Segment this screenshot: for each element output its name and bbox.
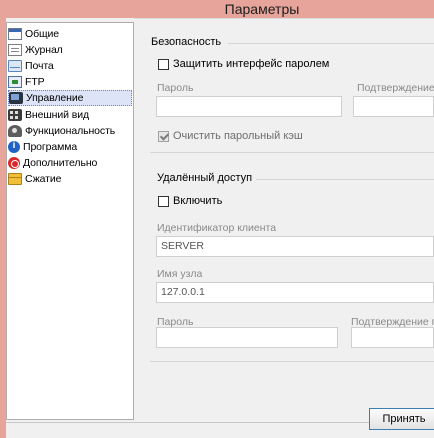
nav-item-advanced[interactable]: Дополнительно [8,155,132,171]
nav-item-compression[interactable]: Сжатие [8,171,132,187]
nav-item-management[interactable]: Управление [8,90,132,106]
security-confirm-label: Подтверждение п [357,82,434,94]
group-divider [150,152,434,153]
nav-item-label: Сжатие [25,173,62,185]
host-input[interactable]: 127.0.0.1 [156,282,434,303]
host-label: Имя узла [157,268,203,280]
protect-password-checkbox[interactable]: Защитить интерфейс паролем [158,58,329,70]
program-info-icon [8,140,20,153]
security-confirm-input[interactable] [353,96,434,117]
client-id-input[interactable]: SERVER [156,236,434,257]
settings-category-list[interactable]: Общие Журнал Почта FTP Управление Внешни… [6,22,134,420]
nav-item-label: Журнал [25,44,63,56]
security-group-title: Безопасность [151,36,222,48]
nav-item-functionality[interactable]: Функциональность [8,123,132,139]
checkbox-label: Включить [173,195,223,207]
journal-icon [8,44,22,56]
checkbox-label: Очистить парольный кэш [173,130,303,142]
checkbox-box[interactable] [158,58,169,70]
nav-item-label: Внешний вид [25,109,89,121]
nav-item-mail[interactable]: Почта [8,58,132,74]
window-title: Параметры [224,1,300,17]
nav-item-label: Общие [25,28,60,40]
clear-cache-checkbox[interactable]: Очистить парольный кэш [158,130,303,142]
functionality-icon [8,125,22,137]
remote-confirm-input[interactable] [351,327,434,348]
nav-item-label: Почта [25,60,54,72]
security-password-label: Пароль [157,82,194,94]
security-password-input[interactable] [156,96,342,117]
management-icon [9,92,23,104]
checkbox-box[interactable] [158,130,169,142]
apply-button[interactable]: Принять [369,408,434,430]
remote-group-title: Удалённый доступ [157,172,253,184]
ftp-icon [8,76,22,88]
settings-panel: Безопасность Защитить интерфейс паролем … [134,18,434,422]
nav-item-label: Функциональность [25,125,116,137]
advanced-icon [8,157,20,169]
nav-item-label: Дополнительно [23,157,98,169]
general-icon [8,28,22,40]
nav-item-label: Программа [23,141,78,153]
nav-item-program[interactable]: Программа [8,139,132,155]
compression-icon [8,173,22,185]
checkbox-box[interactable] [158,195,169,207]
title-bar[interactable]: Параметры [0,0,434,18]
remote-enable-checkbox[interactable]: Включить [158,195,222,207]
nav-item-journal[interactable]: Журнал [8,42,132,58]
group-divider [256,179,434,180]
nav-item-ftp[interactable]: FTP [8,74,132,90]
nav-item-label: FTP [25,76,45,88]
group-divider [150,361,434,362]
remote-password-input[interactable] [156,327,338,348]
settings-dialog: Общие Журнал Почта FTP Управление Внешни… [0,18,434,438]
group-divider [228,43,434,44]
nav-item-appearance[interactable]: Внешний вид [8,107,132,123]
client-id-label: Идентификатор клиента [157,222,277,234]
nav-item-general[interactable]: Общие [8,26,132,42]
appearance-icon [8,109,22,121]
mail-icon [8,60,22,72]
checkbox-label: Защитить интерфейс паролем [173,58,330,70]
nav-item-label: Управление [26,92,84,104]
